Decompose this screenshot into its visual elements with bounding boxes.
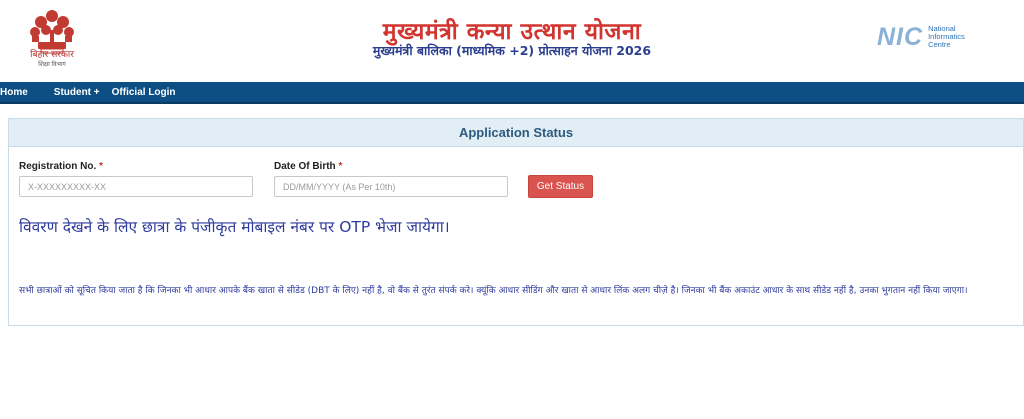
application-status-panel: Application Status Registration No. * Da… — [8, 118, 1024, 326]
registration-label: Registration No. * — [19, 161, 103, 172]
aadhaar-notice: सभी छात्राओं को सूचित किया जाता है कि जि… — [19, 286, 968, 296]
emblem-subcaption-text: शिक्षा विभाग — [38, 61, 66, 68]
registration-label-text: Registration No. — [19, 161, 97, 172]
dob-input[interactable] — [274, 176, 508, 197]
nic-logo-text: National Informatics Centre — [928, 25, 965, 49]
dob-label: Date Of Birth * — [274, 161, 342, 172]
site-header: बिहार सरकार शिक्षा विभाग मुख्यमंत्री कन्… — [0, 0, 1024, 82]
panel-title: Application Status — [9, 119, 1023, 147]
nav-student[interactable]: Student + — [54, 87, 100, 98]
get-status-button[interactable]: Get Status — [528, 175, 593, 198]
required-mark: * — [99, 161, 103, 172]
nic-logo-word: NIC — [877, 22, 924, 51]
nav-home[interactable]: Home — [0, 87, 28, 98]
nav-official-login[interactable]: Official Login — [112, 87, 176, 98]
page-subtitle: मुख्यमंत्री बालिका (माध्यमिक +2) प्रोत्स… — [372, 43, 652, 58]
registration-input[interactable] — [19, 176, 253, 197]
nic-logo: NIC National Informatics Centre — [877, 22, 965, 51]
nic-line-3: Centre — [928, 40, 951, 49]
main-navbar: Home Student + Official Login — [0, 82, 1024, 104]
otp-message: विवरण देखने के लिए छात्रा के पंजीकृत मोब… — [19, 218, 450, 236]
required-mark: * — [338, 161, 343, 172]
dob-label-text: Date Of Birth — [274, 161, 336, 172]
